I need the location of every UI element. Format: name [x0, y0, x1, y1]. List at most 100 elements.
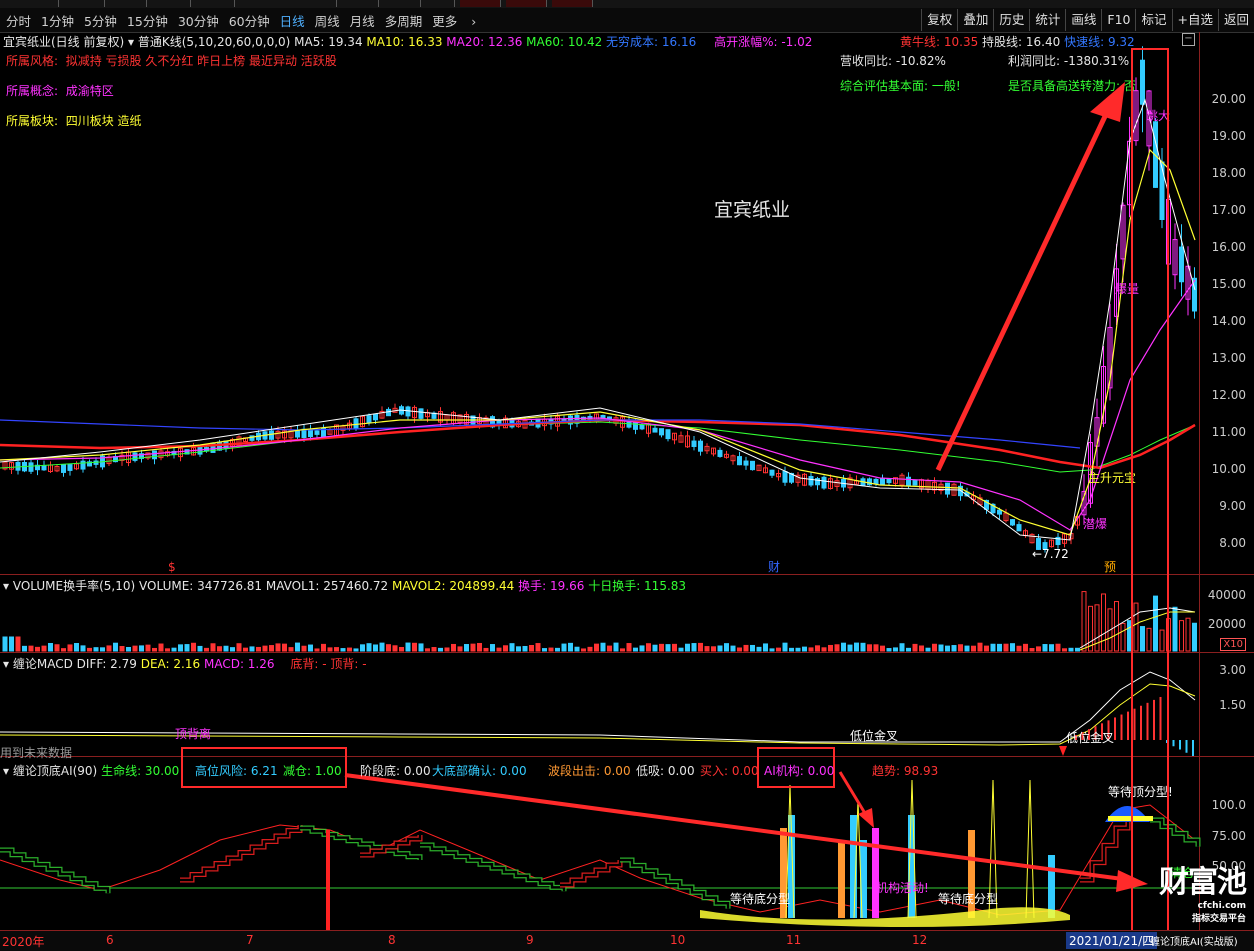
- volume-bar: [581, 648, 586, 652]
- volume-bar: [958, 644, 963, 652]
- volume-bar: [639, 645, 645, 652]
- volume-bar: [626, 643, 632, 652]
- high-risk-value: 高位风险: 6.21: [195, 764, 278, 778]
- volume-bar: [477, 642, 482, 652]
- volume-bar: [542, 648, 547, 652]
- menu-icon[interactable]: ▾: [3, 764, 9, 778]
- candle-body: [782, 471, 788, 483]
- candle-body: [652, 427, 658, 433]
- volume-bar: [1023, 643, 1028, 652]
- date-axis-bar: 2020年 6 7 8 9 10 11 12 2021/01/21/四 缠论顶底…: [0, 930, 1254, 951]
- volume-bar: [353, 648, 359, 652]
- candle-body: [717, 449, 723, 457]
- ma20-line: [0, 279, 1196, 531]
- candle-body: [750, 460, 755, 471]
- volume-bar: [288, 647, 294, 652]
- volume-bar: [373, 644, 378, 652]
- arrow-head-icon: [1090, 82, 1125, 122]
- volume-bar: [730, 645, 736, 652]
- volume-bar: [28, 645, 34, 652]
- volume-bar: [665, 644, 671, 652]
- volume-bar: [945, 645, 950, 652]
- volume-bar: [386, 644, 391, 652]
- volume-bar: [977, 642, 983, 652]
- volume-bar: [906, 647, 911, 652]
- volume-unit: X10: [1220, 638, 1246, 651]
- low-buy-value: 低吸: 0.00: [636, 764, 695, 778]
- volume-bar: [217, 646, 222, 652]
- volume-bar: [470, 643, 476, 652]
- volume-bar: [9, 636, 14, 652]
- volume-bar: [724, 643, 729, 652]
- volume-bar: [392, 645, 398, 652]
- volume-bar: [698, 642, 703, 652]
- volume-bar: [249, 646, 255, 652]
- arrow-shaft: [344, 773, 1131, 882]
- volume-bar: [184, 644, 190, 652]
- volume-bar: [204, 647, 209, 652]
- volume-bar: [431, 647, 437, 652]
- macd-bar: [1179, 740, 1181, 750]
- candle-body: [269, 430, 274, 440]
- macd-bar: [1192, 740, 1194, 756]
- volume-bar: [776, 647, 781, 652]
- volume-bar: [1185, 617, 1191, 652]
- volume-bar: [158, 643, 164, 652]
- ma10-line: [0, 148, 1196, 536]
- watermark-brand: 财富池: [1159, 865, 1247, 900]
- top-divergence-label: 顶背离: [175, 726, 211, 741]
- candle-body: [41, 465, 47, 471]
- ai-title[interactable]: 缠论顶底AI(90): [13, 764, 97, 778]
- candle-body: [80, 460, 86, 470]
- macd-tick: 1.50: [1219, 698, 1246, 712]
- volume-bar: [379, 642, 385, 652]
- volume-bar: [438, 647, 443, 652]
- volume-bar: [1120, 622, 1126, 652]
- volume-bar: [503, 645, 508, 652]
- menu-icon[interactable]: ▾: [3, 657, 9, 671]
- arrow-shaft: [838, 771, 868, 816]
- volume-bar: [919, 645, 924, 652]
- arrow-shaft: [935, 108, 1111, 472]
- wait-bottom-label: 等待底分型: [730, 891, 790, 906]
- volume-bar: [763, 643, 768, 652]
- volume-bar: [334, 647, 339, 652]
- volume-bar: [1049, 644, 1054, 652]
- stair-line: [0, 847, 111, 894]
- candle-body: [1016, 524, 1022, 532]
- menu-icon[interactable]: ▾: [3, 579, 9, 593]
- volume-bar: [912, 643, 918, 652]
- volume-bar: [867, 644, 872, 652]
- volume-bar: [360, 644, 365, 652]
- volume-bar: [750, 644, 755, 652]
- volume-title[interactable]: VOLUME换手率(5,10): [13, 579, 135, 593]
- macd-title[interactable]: 缠论MACD: [13, 657, 73, 671]
- candle-body: [659, 428, 664, 436]
- volume-bar: [399, 646, 404, 652]
- volume-bar: [483, 647, 489, 652]
- volume-bar: [1042, 644, 1048, 652]
- volume-bar: [607, 645, 612, 652]
- volume-bar: [139, 645, 144, 652]
- finance-marker: 财: [768, 560, 780, 574]
- volume-bar: [782, 642, 788, 652]
- candle-body: [28, 462, 34, 472]
- volume-bar: [964, 645, 970, 652]
- volume-bar: [685, 643, 690, 652]
- volume-bar: [932, 643, 937, 652]
- month-label: 11: [786, 933, 802, 947]
- mavol1-value: MAVOL1: 257460.72: [265, 579, 389, 593]
- candle-body: [997, 509, 1002, 515]
- candle-body: [945, 482, 950, 495]
- volume-bar: [243, 647, 248, 652]
- diff-value: DIFF: 2.79: [76, 657, 137, 671]
- golden-cross-label: 低位金叉: [1066, 730, 1114, 745]
- volume-tick: 40000: [1207, 588, 1246, 602]
- volume-bar: [990, 643, 996, 652]
- volume-bar: [899, 643, 905, 652]
- candle-body: [769, 469, 775, 476]
- highlight-box: [1131, 48, 1169, 932]
- volume-bar: [613, 642, 619, 652]
- volume-bar: [444, 647, 450, 652]
- volume-bar: [756, 646, 762, 652]
